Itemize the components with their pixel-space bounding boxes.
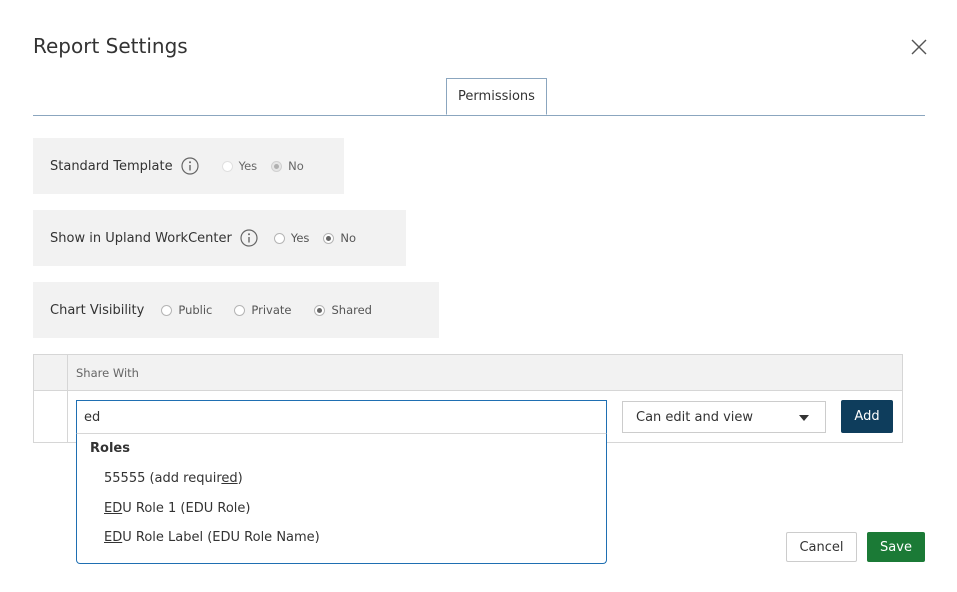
- add-button[interactable]: Add: [841, 400, 893, 433]
- tab-permissions[interactable]: Permissions: [446, 78, 547, 115]
- permission-select-value: Can edit and view: [636, 409, 754, 425]
- caret-down-icon: [799, 415, 809, 421]
- dropdown-option[interactable]: EDU Role Label (EDU Role Name): [104, 530, 320, 545]
- radio-dot: [273, 232, 285, 244]
- standard-template-no-radio[interactable]: No: [271, 159, 304, 173]
- radio-dot: [221, 160, 233, 172]
- chart-visibility-public-radio[interactable]: Public: [161, 303, 212, 317]
- show-in-workcenter-label: Show in Upland WorkCenter: [50, 230, 232, 246]
- chart-visibility-private-radio[interactable]: Private: [234, 303, 291, 317]
- radio-dot: [323, 232, 335, 244]
- radio-label: Public: [178, 303, 213, 317]
- standard-template-radios: Yes No: [221, 159, 318, 173]
- setting-show-in-workcenter: Show in Upland WorkCenter Yes No: [33, 210, 406, 266]
- permission-select[interactable]: Can edit and view: [622, 401, 826, 433]
- radio-dot: [234, 304, 246, 316]
- tab-underline: [33, 115, 925, 116]
- radio-label: Yes: [238, 159, 258, 173]
- option-text: ): [237, 471, 243, 486]
- show-in-workcenter-no-radio[interactable]: No: [323, 231, 356, 245]
- share-with-header: Share With: [34, 355, 902, 391]
- share-with-header-label: Share With: [76, 366, 139, 380]
- setting-chart-visibility: Chart Visibility Public Private Shared: [33, 282, 439, 338]
- option-text: 55555 (add requir: [104, 471, 222, 486]
- radio-label: No: [288, 159, 304, 173]
- share-autocomplete-dropdown: Roles 55555 (add required) EDU Role 1 (E…: [76, 433, 607, 564]
- chart-visibility-shared-radio[interactable]: Shared: [314, 303, 372, 317]
- option-match-highlight: ed: [221, 471, 238, 486]
- radio-label: Shared: [331, 303, 372, 317]
- dropdown-group-label: Roles: [90, 441, 130, 456]
- dropdown-option[interactable]: EDU Role 1 (EDU Role): [104, 501, 250, 516]
- radio-label: Private: [251, 303, 292, 317]
- option-match-highlight: ED: [104, 501, 123, 516]
- dialog-title: Report Settings: [33, 34, 188, 58]
- radio-dot: [161, 304, 173, 316]
- info-icon[interactable]: [180, 157, 199, 175]
- setting-standard-template: Standard Template Yes No: [33, 138, 344, 194]
- close-icon[interactable]: [910, 38, 928, 56]
- radio-label: Yes: [290, 231, 310, 245]
- share-search-input[interactable]: [76, 400, 607, 434]
- chart-visibility-radios: Public Private Shared: [161, 303, 386, 317]
- standard-template-yes-radio[interactable]: Yes: [221, 159, 258, 173]
- info-icon[interactable]: [240, 229, 258, 247]
- radio-dot: [314, 304, 326, 316]
- table-column-divider: [67, 355, 68, 442]
- option-match-highlight: ED: [104, 530, 123, 545]
- show-in-workcenter-yes-radio[interactable]: Yes: [273, 231, 310, 245]
- dropdown-option[interactable]: 55555 (add required): [104, 471, 243, 486]
- save-button[interactable]: Save: [867, 532, 925, 562]
- option-text: U Role 1 (EDU Role): [122, 501, 251, 516]
- radio-dot: [271, 160, 283, 172]
- radio-label: No: [340, 231, 357, 245]
- show-in-workcenter-radios: Yes No: [273, 231, 370, 245]
- cancel-button[interactable]: Cancel: [786, 532, 857, 562]
- chart-visibility-label: Chart Visibility: [50, 302, 145, 318]
- option-text: U Role Label (EDU Role Name): [122, 530, 320, 545]
- standard-template-label: Standard Template: [50, 158, 173, 174]
